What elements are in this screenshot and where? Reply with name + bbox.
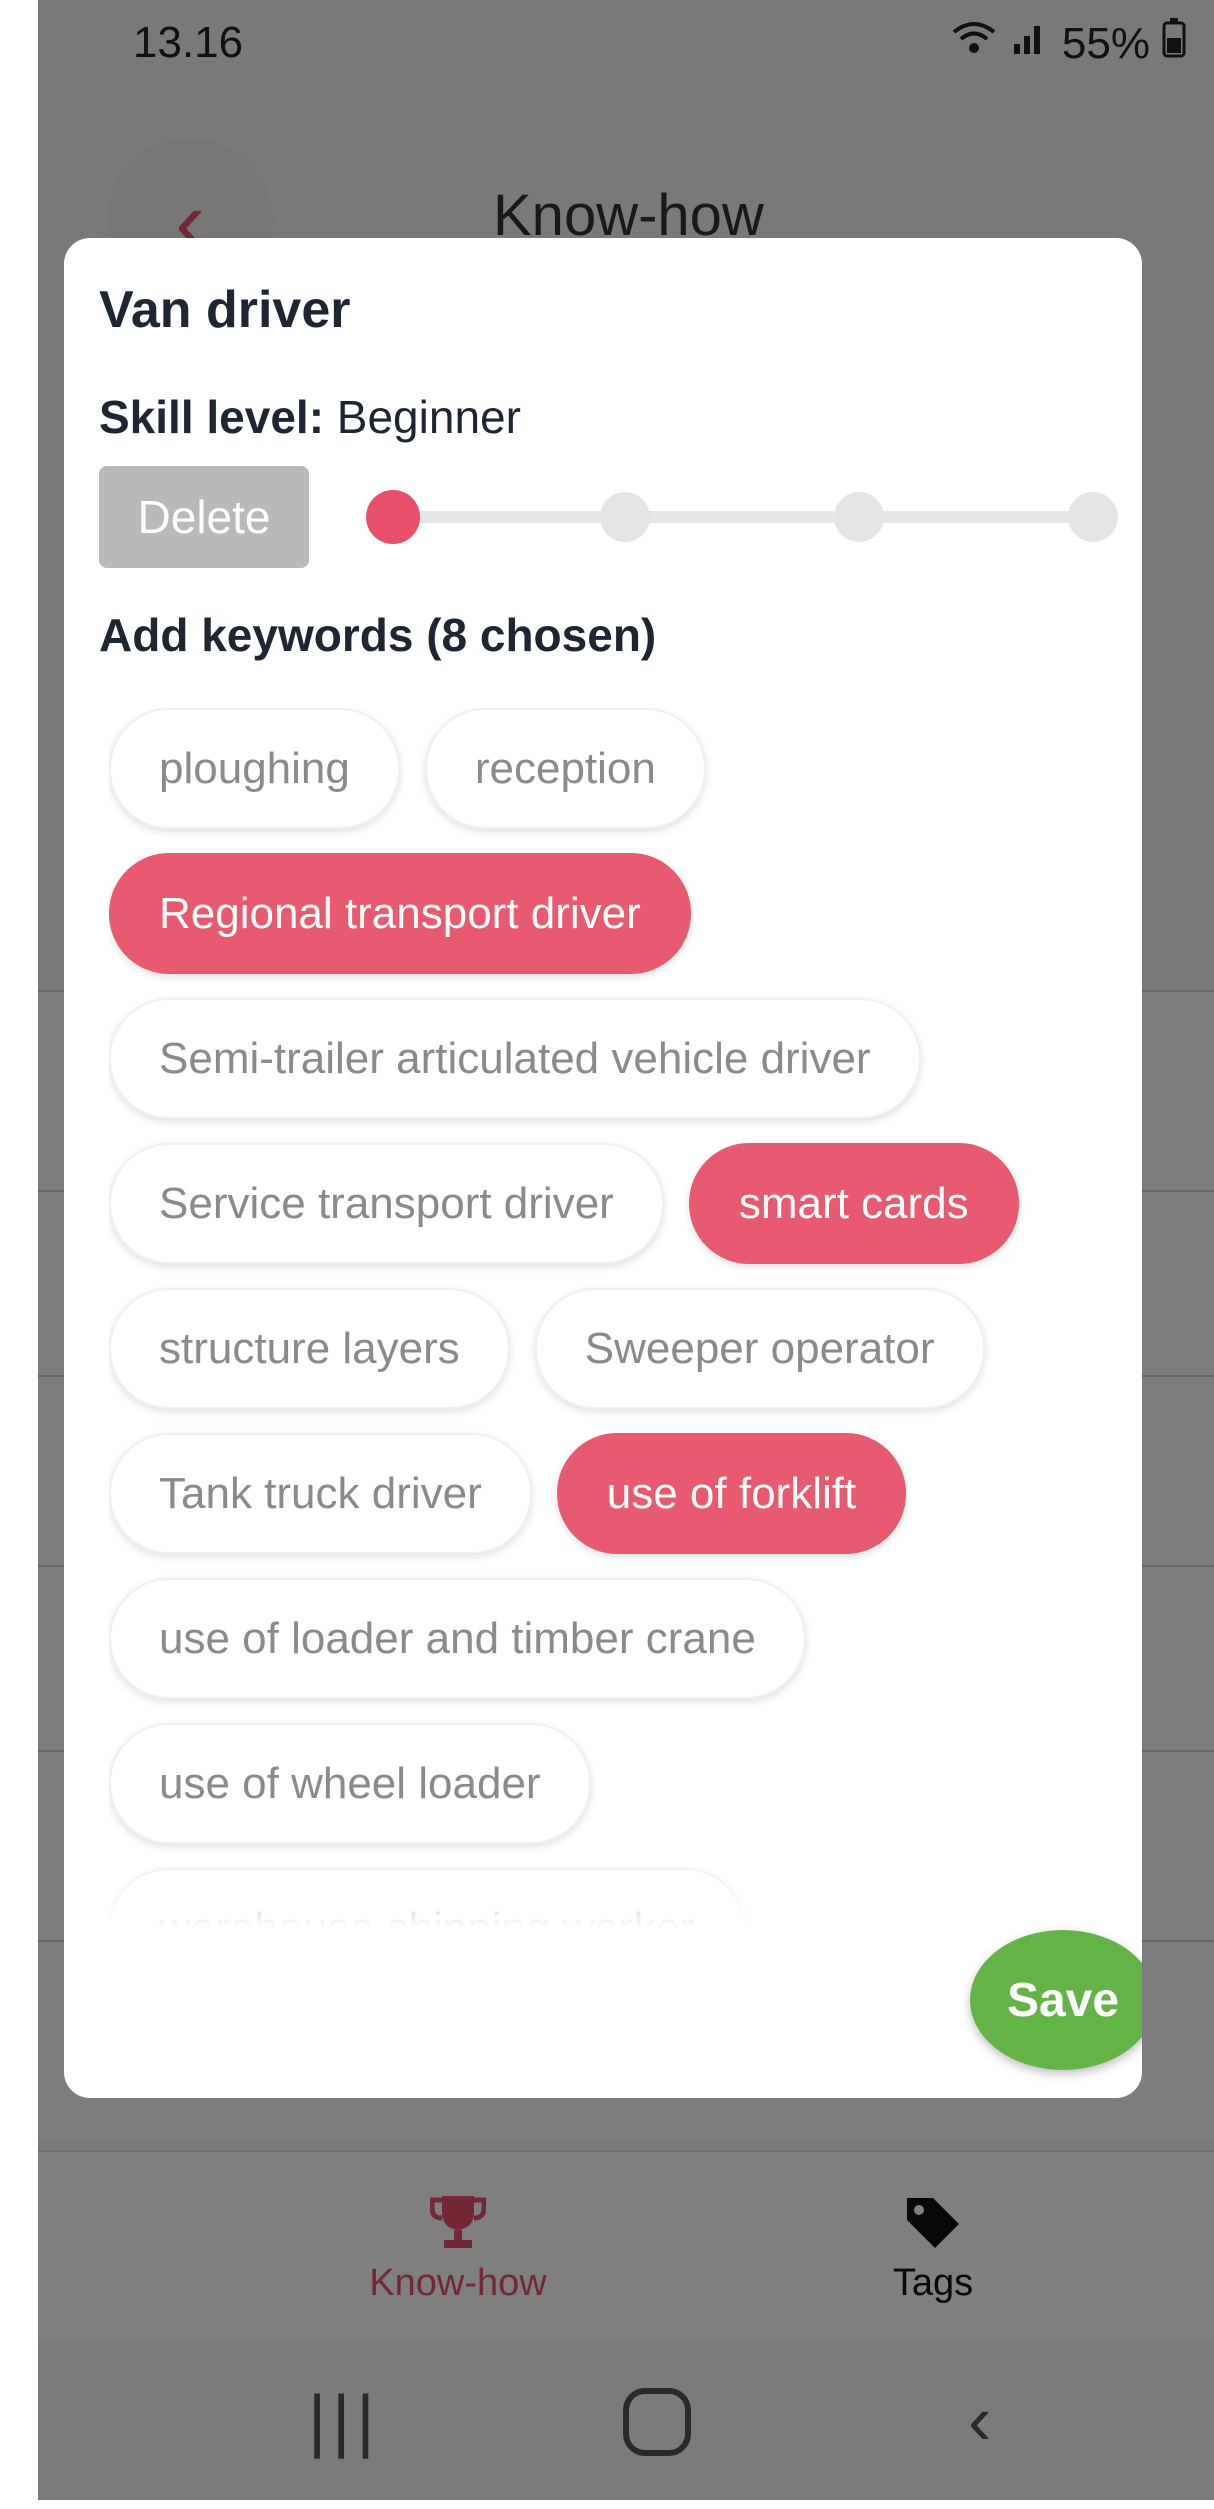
keyword-chip[interactable]: smart cards [688, 1143, 1019, 1264]
keyword-chip[interactable]: Service transport driver [109, 1143, 664, 1264]
slider-stop[interactable] [1068, 492, 1118, 542]
chip-row: Regional transport driver [109, 853, 1109, 974]
keyword-chip-list[interactable]: ploughing reception Regional transport dri… [109, 708, 1109, 1928]
scroll-fade [109, 1858, 1109, 1928]
keyword-chip[interactable]: ploughing [109, 708, 400, 829]
chip-row: Service transport driver smart cards [109, 1143, 1109, 1264]
chip-row: ploughing reception [109, 708, 1109, 829]
slider-stop[interactable] [366, 490, 420, 544]
skill-level-label: Skill level: [99, 391, 325, 443]
keyword-chip[interactable]: Sweeper operator [534, 1288, 985, 1409]
keyword-chip[interactable]: use of forklift [556, 1433, 907, 1554]
chip-row: Tank truck driver use of forklift [109, 1433, 1109, 1554]
keyword-chip[interactable]: Regional transport driver [109, 853, 691, 974]
skill-level-value: Beginner [336, 391, 521, 443]
skill-level-line: Skill level: Beginner [99, 390, 521, 444]
chip-row: use of loader and timber crane [109, 1578, 1109, 1699]
chip-row: Semi-trailer articulated vehicle driver [109, 998, 1109, 1119]
slider-track [386, 511, 1098, 523]
keyword-chip[interactable]: use of loader and timber crane [109, 1578, 806, 1699]
dialog-title: Van driver [99, 281, 351, 339]
slider-stop[interactable] [834, 492, 884, 542]
keyword-dialog: Van driver Skill level: Beginner Delete … [64, 238, 1142, 2098]
save-button[interactable]: Save [970, 1930, 1142, 2070]
chip-row: structure layers Sweeper operator [109, 1288, 1109, 1409]
keyword-chip[interactable]: Tank truck driver [109, 1433, 532, 1554]
delete-button[interactable]: Delete [99, 466, 309, 568]
keyword-chip[interactable]: use of wheel loader [109, 1723, 591, 1844]
chip-row: use of wheel loader [109, 1723, 1109, 1844]
keyword-chip[interactable]: reception [424, 708, 706, 829]
skill-level-slider[interactable] [366, 490, 1118, 544]
slider-stop[interactable] [600, 492, 650, 542]
keyword-chip[interactable]: Semi-trailer articulated vehicle driver [109, 998, 921, 1119]
keywords-heading: Add keywords (8 chosen) [99, 609, 657, 661]
keyword-chip[interactable]: structure layers [109, 1288, 510, 1409]
